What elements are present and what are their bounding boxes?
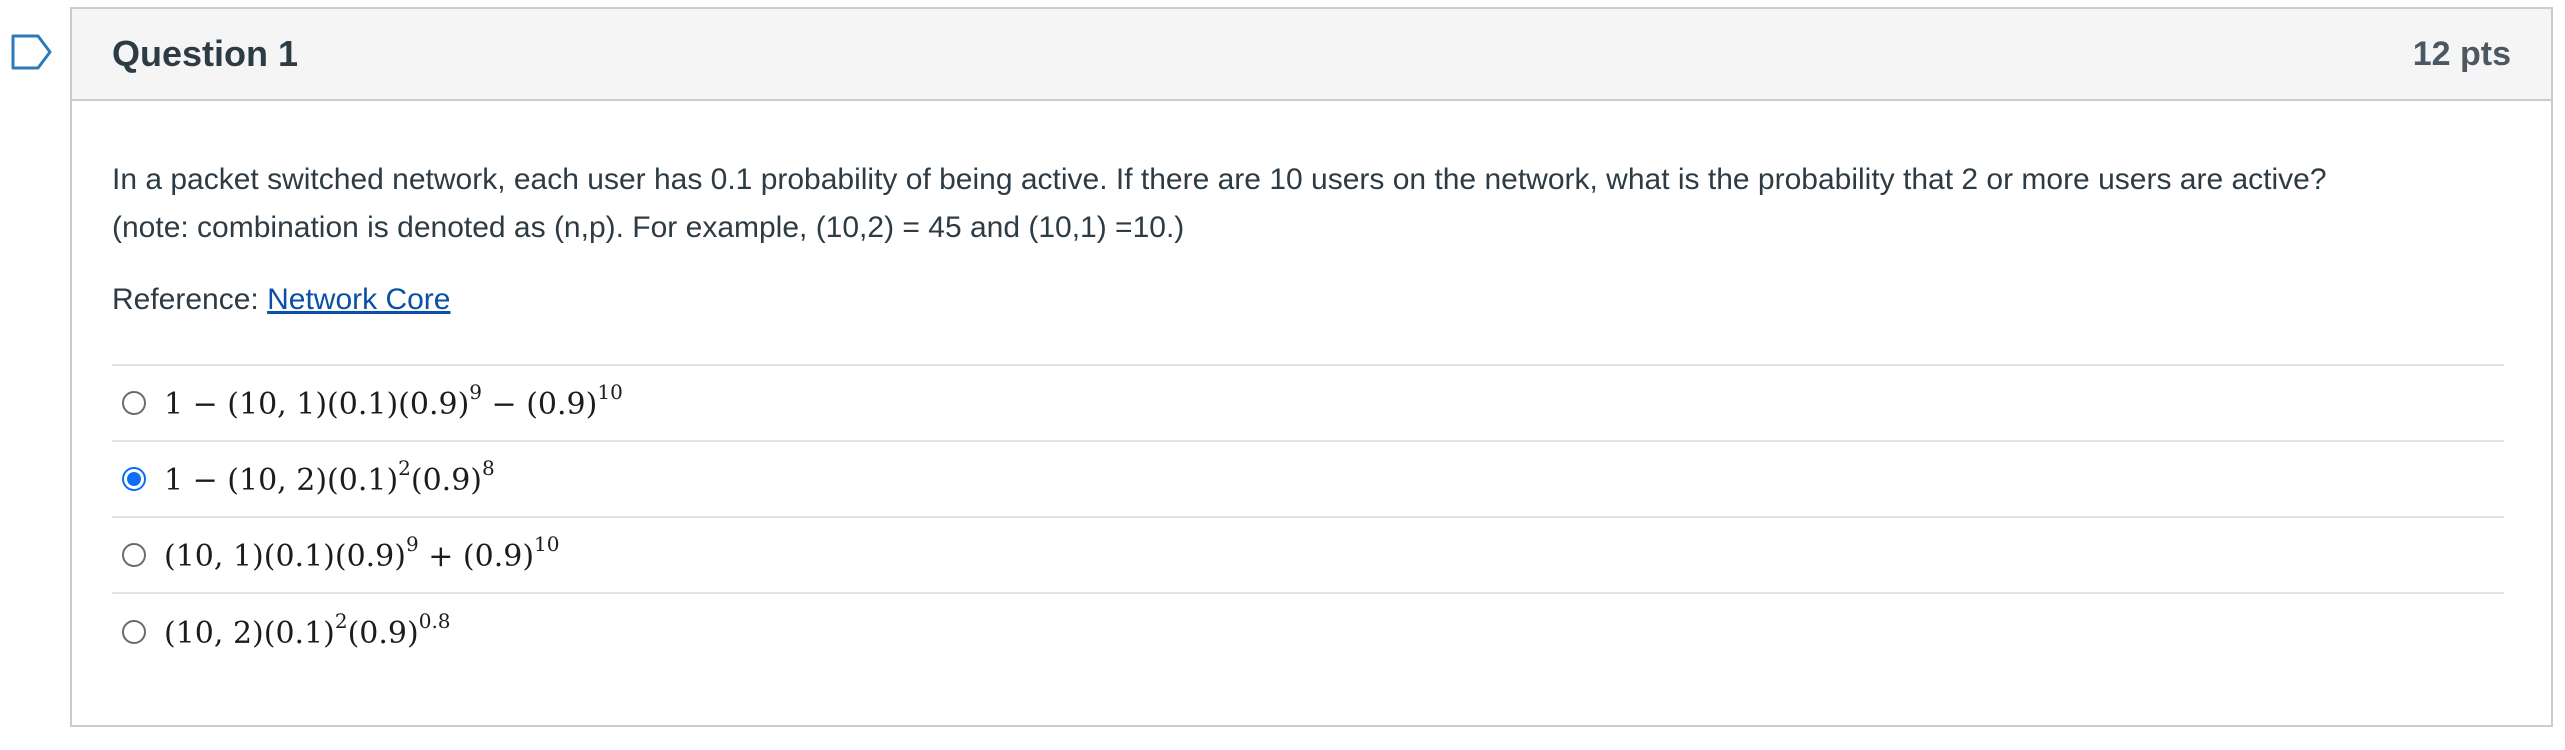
radio-button[interactable]: [122, 620, 146, 644]
question-points: 12 pts: [2412, 34, 2511, 73]
answer-option-4[interactable]: (10, 2)(0.1)2(0.9)0.8: [112, 594, 2504, 670]
radio-button[interactable]: [122, 543, 146, 567]
question-card: Question 1 12 pts In a packet switched n…: [70, 7, 2553, 727]
question-header: Question 1 12 pts: [72, 9, 2551, 101]
question-text-line2: (note: combination is denoted as (n,p). …: [112, 211, 1185, 244]
radio-button[interactable]: [122, 467, 146, 491]
answer-option-1[interactable]: 1 − (10, 1)(0.1)(0.9)9 − (0.9)10: [112, 366, 2504, 442]
reference-link[interactable]: Network Core: [267, 283, 450, 316]
question-text-line1: In a packet switched network, each user …: [112, 163, 2327, 196]
question-title: Question 1: [112, 33, 299, 74]
bookmark-flag-icon[interactable]: [10, 33, 54, 71]
answer-text: 1 − (10, 2)(0.1)2(0.9)8: [164, 456, 495, 498]
answer-text: 1 − (10, 1)(0.1)(0.9)9 − (0.9)10: [164, 380, 623, 422]
answer-text: (10, 1)(0.1)(0.9)9 + (0.9)10: [164, 532, 560, 574]
answer-option-2[interactable]: 1 − (10, 2)(0.1)2(0.9)8: [112, 442, 2504, 518]
reference-label: Reference:: [112, 283, 259, 316]
question-body: In a packet switched network, each user …: [72, 101, 2551, 670]
answer-list: 1 − (10, 1)(0.1)(0.9)9 − (0.9)10 1 − (10…: [112, 364, 2504, 670]
reference: Reference: Network Core: [112, 276, 2511, 324]
radio-button[interactable]: [122, 391, 146, 415]
answer-option-3[interactable]: (10, 1)(0.1)(0.9)9 + (0.9)10: [112, 518, 2504, 594]
answer-text: (10, 2)(0.1)2(0.9)0.8: [164, 609, 451, 651]
